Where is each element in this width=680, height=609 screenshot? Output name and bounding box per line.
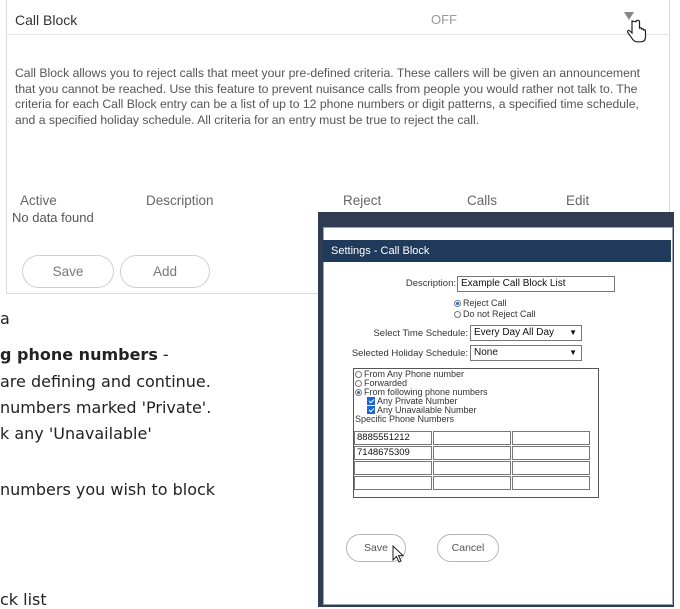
- dialog-titlebar[interactable]: Settings - Call Block: [323, 240, 671, 262]
- call-block-header[interactable]: Call Block OFF: [7, 0, 669, 43]
- phone-number-cell-7[interactable]: [354, 461, 432, 475]
- phone-number-cell-9[interactable]: [512, 461, 590, 475]
- time-schedule-label: Select Time Schedule:: [373, 328, 468, 339]
- phone-number-cell-8[interactable]: [433, 461, 511, 475]
- reject-call-option[interactable]: Reject Call: [454, 298, 507, 308]
- doc-line-1: a: [0, 309, 10, 328]
- phone-number-cell-12[interactable]: [512, 476, 590, 490]
- time-schedule-value: Every Day All Day: [474, 327, 555, 338]
- doc-line-6: numbers you wish to block: [0, 480, 216, 499]
- phone-number-cell-10[interactable]: [354, 476, 432, 490]
- column-header-reject: Reject: [343, 193, 382, 208]
- phone-number-cell-4[interactable]: 7148675309: [354, 446, 432, 460]
- doc-line-2-bold: g phone numbers: [0, 345, 158, 364]
- column-header-edit: Edit: [566, 193, 590, 208]
- description-label: Description:: [405, 278, 456, 289]
- column-header-calls: Calls: [467, 193, 498, 208]
- from-any-radio[interactable]: [355, 370, 362, 378]
- add-button[interactable]: Add: [120, 255, 210, 288]
- time-schedule-select[interactable]: Every Day All Day ▼: [470, 325, 582, 341]
- phone-number-cell-1[interactable]: 8885551212: [354, 431, 432, 445]
- doc-line-5: k any 'Unavailable': [0, 424, 152, 443]
- from-following-radio[interactable]: [355, 388, 362, 396]
- mouse-cursor-icon: [392, 545, 405, 563]
- doc-line-2: g phone numbers -: [0, 345, 169, 364]
- dialog-cancel-button[interactable]: Cancel: [437, 534, 499, 562]
- call-block-description: Call Block allows you to reject calls th…: [15, 66, 641, 127]
- pointer-hand-icon: [626, 19, 647, 43]
- call-block-status: OFF: [431, 12, 457, 27]
- phone-number-cell-6[interactable]: [512, 446, 590, 460]
- save-button[interactable]: Save: [22, 255, 114, 288]
- do-not-reject-radio[interactable]: [454, 310, 461, 318]
- do-not-reject-label: Do not Reject Call: [463, 309, 536, 319]
- specific-numbers-label: Specific Phone Numbers: [355, 414, 455, 424]
- do-not-reject-option[interactable]: Do not Reject Call: [454, 309, 536, 319]
- reject-call-radio[interactable]: [454, 299, 461, 307]
- chevron-down-icon: ▼: [569, 328, 577, 337]
- phone-number-cell-5[interactable]: [433, 446, 511, 460]
- holiday-schedule-select[interactable]: None ▼: [470, 345, 582, 361]
- call-block-title: Call Block: [15, 12, 78, 28]
- holiday-schedule-value: None: [474, 347, 498, 358]
- description-input[interactable]: Example Call Block List: [457, 276, 615, 292]
- doc-line-2-rest: -: [157, 345, 169, 364]
- phone-number-cell-3[interactable]: [512, 431, 590, 445]
- any-unavailable-checkbox[interactable]: [367, 406, 375, 414]
- chevron-down-icon: ▼: [569, 348, 577, 357]
- forwarded-radio[interactable]: [355, 379, 362, 387]
- column-header-active: Active: [20, 193, 57, 208]
- empty-table-text: No data found: [12, 210, 94, 225]
- column-header-description: Description: [146, 193, 214, 208]
- doc-line-4: numbers marked 'Private'.: [0, 398, 212, 417]
- doc-line-3: are defining and continue.: [0, 372, 211, 391]
- phone-number-cell-11[interactable]: [433, 476, 511, 490]
- phone-number-cell-2[interactable]: [433, 431, 511, 445]
- dialog-title: Settings - Call Block: [331, 245, 430, 257]
- holiday-schedule-label: Selected Holiday Schedule:: [351, 348, 468, 359]
- doc-line-7: ck list: [0, 590, 47, 609]
- reject-call-label: Reject Call: [463, 298, 507, 308]
- any-private-checkbox[interactable]: [367, 397, 375, 405]
